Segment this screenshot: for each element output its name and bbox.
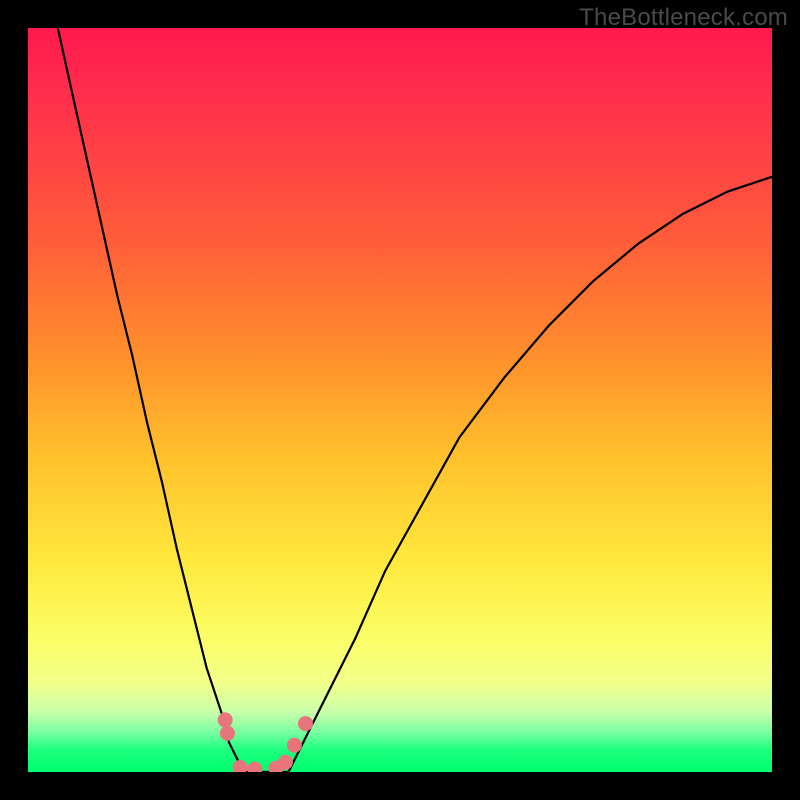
watermark-text: TheBottleneck.com (579, 4, 788, 32)
curve-layer (28, 28, 772, 772)
data-marker (247, 762, 262, 773)
bottleneck-curve (58, 28, 772, 772)
plot-area (28, 28, 772, 772)
chart-frame: TheBottleneck.com (0, 0, 800, 800)
data-marker (278, 755, 293, 770)
marker-group (218, 712, 313, 772)
data-marker (218, 712, 233, 727)
data-marker (220, 726, 235, 741)
data-marker (233, 760, 248, 772)
data-marker (298, 716, 313, 731)
data-marker (287, 738, 302, 753)
